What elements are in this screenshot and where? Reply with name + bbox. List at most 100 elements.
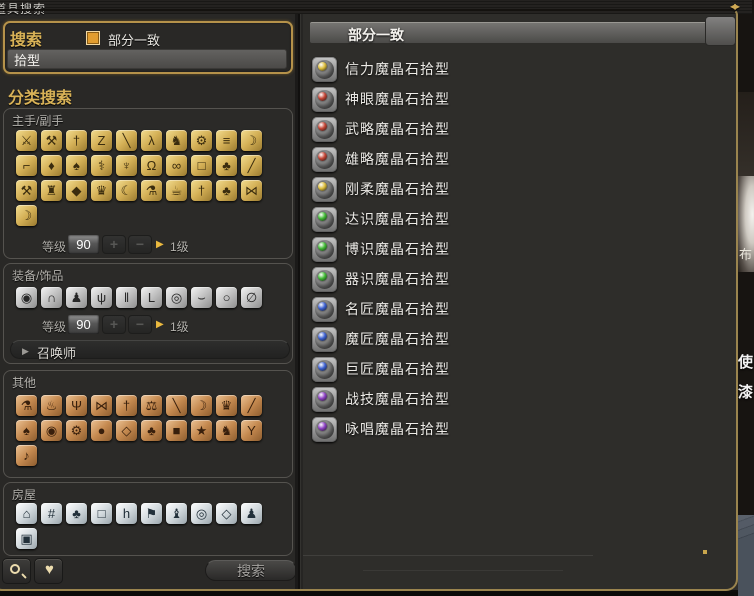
weapon-category-icon[interactable]: ♆	[116, 155, 137, 176]
housing-category-icon[interactable]: h	[116, 503, 137, 524]
weapon-category-icon[interactable]: ⚔	[16, 130, 37, 151]
level-minus-button[interactable]: −	[128, 315, 152, 334]
weapon-category-icon[interactable]: ♣	[216, 180, 237, 201]
equipment-category-icon[interactable]: ‖	[116, 287, 137, 308]
other-category-icon[interactable]: ♛	[216, 395, 237, 416]
weapon-category-icon[interactable]: ≡	[216, 130, 237, 151]
other-category-icon[interactable]: Ψ	[66, 395, 87, 416]
other-category-icon[interactable]: ♞	[216, 420, 237, 441]
level-value[interactable]: 90	[68, 315, 99, 334]
equipment-category-icon[interactable]: ⌣	[191, 287, 212, 308]
level-plus-button[interactable]: +	[102, 315, 126, 334]
housing-category-icon[interactable]: ♣	[66, 503, 87, 524]
weapon-category-icon[interactable]: ☽	[241, 130, 262, 151]
expand-arrow-icon[interactable]: ▶	[156, 319, 164, 330]
result-item[interactable]: 雄略魔晶石拾型	[312, 144, 732, 174]
housing-category-icon[interactable]: □	[91, 503, 112, 524]
search-input[interactable]	[7, 49, 287, 69]
weapon-category-icon[interactable]: †	[191, 180, 212, 201]
favorites-button[interactable]: ♥	[34, 558, 63, 584]
weapon-category-icon[interactable]: Ω	[141, 155, 162, 176]
search-submit-button[interactable]: 搜索	[205, 560, 297, 581]
weapon-category-icon[interactable]: ♞	[166, 130, 187, 151]
equipment-category-icon[interactable]: ◉	[16, 287, 37, 308]
housing-category-icon[interactable]: ▣	[16, 528, 37, 549]
weapon-category-icon[interactable]: ⚕	[91, 155, 112, 176]
weapon-category-icon[interactable]: λ	[141, 130, 162, 151]
weapon-category-icon[interactable]: ⚗	[141, 180, 162, 201]
other-category-icon[interactable]: ◉	[41, 420, 62, 441]
level-plus-button[interactable]: +	[102, 235, 126, 254]
other-category-icon[interactable]: ♣	[141, 420, 162, 441]
result-item[interactable]: 器识魔晶石拾型	[312, 264, 732, 294]
equipment-category-icon[interactable]: ♟	[66, 287, 87, 308]
result-item[interactable]: 战技魔晶石拾型	[312, 384, 732, 414]
other-category-icon[interactable]: ☽	[191, 395, 212, 416]
equipment-category-icon[interactable]: ∅	[241, 287, 262, 308]
weapon-category-icon[interactable]: ♛	[91, 180, 112, 201]
other-category-icon[interactable]: ╲	[166, 395, 187, 416]
result-item[interactable]: 魔匠魔晶石拾型	[312, 324, 732, 354]
weapon-category-icon[interactable]: Z	[91, 130, 112, 151]
weapon-category-icon[interactable]: ♜	[41, 180, 62, 201]
window-titlebar[interactable]: 道具搜索 ◂▸	[0, 0, 752, 16]
weapon-category-icon[interactable]: ◆	[66, 180, 87, 201]
weapon-category-icon[interactable]: †	[66, 130, 87, 151]
weapon-category-icon[interactable]: ⚙	[191, 130, 212, 151]
result-item[interactable]: 巨匠魔晶石拾型	[312, 354, 732, 384]
weapon-category-icon[interactable]: ♠	[66, 155, 87, 176]
other-category-icon[interactable]: Y	[241, 420, 262, 441]
result-item[interactable]: 名匠魔晶石拾型	[312, 294, 732, 324]
weapon-category-icon[interactable]: ╲	[116, 130, 137, 151]
weapon-category-icon[interactable]: ♣	[216, 155, 237, 176]
weapon-category-icon[interactable]: ⚒	[16, 180, 37, 201]
result-item[interactable]: 神眼魔晶石拾型	[312, 84, 732, 114]
other-category-icon[interactable]: ♨	[41, 395, 62, 416]
weapon-category-icon[interactable]: ⚒	[41, 130, 62, 151]
housing-category-icon[interactable]: ◎	[191, 503, 212, 524]
equipment-category-icon[interactable]: ∩	[41, 287, 62, 308]
weapon-category-icon[interactable]: ☽	[16, 205, 37, 226]
partial-match-checkbox[interactable]	[86, 31, 100, 45]
other-category-icon[interactable]: ♪	[16, 445, 37, 466]
weapon-category-icon[interactable]: ♦	[41, 155, 62, 176]
result-item[interactable]: 博识魔晶石拾型	[312, 234, 732, 264]
other-category-icon[interactable]: ■	[166, 420, 187, 441]
housing-category-icon[interactable]: ♟	[241, 503, 262, 524]
class-filter-dropdown[interactable]: ▶ 召唤师	[10, 340, 290, 361]
other-category-icon[interactable]: ⋈	[91, 395, 112, 416]
equipment-category-icon[interactable]: ψ	[91, 287, 112, 308]
other-category-icon[interactable]: †	[116, 395, 137, 416]
expand-arrow-icon[interactable]: ▶	[156, 239, 164, 250]
weapon-category-icon[interactable]: ☾	[116, 180, 137, 201]
other-category-icon[interactable]: ★	[191, 420, 212, 441]
result-item[interactable]: 武略魔晶石拾型	[312, 114, 732, 144]
weapon-category-icon[interactable]: □	[191, 155, 212, 176]
level-value[interactable]: 90	[68, 235, 99, 254]
result-item[interactable]: 刚柔魔晶石拾型	[312, 174, 732, 204]
window-ornament-icon[interactable]: ◂▸	[730, 0, 740, 13]
quick-search-button[interactable]	[2, 558, 31, 584]
weapon-category-icon[interactable]: ⋈	[241, 180, 262, 201]
other-category-icon[interactable]: ♠	[16, 420, 37, 441]
result-item[interactable]: 咏唱魔晶石拾型	[312, 414, 732, 444]
housing-category-icon[interactable]: ♝	[166, 503, 187, 524]
other-category-icon[interactable]: ⚖	[141, 395, 162, 416]
equipment-category-icon[interactable]: L	[141, 287, 162, 308]
weapon-category-icon[interactable]: ☕	[166, 180, 187, 201]
other-category-icon[interactable]: ╱	[241, 395, 262, 416]
weapon-category-icon[interactable]: ╱	[241, 155, 262, 176]
scroll-button[interactable]	[705, 16, 736, 46]
other-category-icon[interactable]: ⚗	[16, 395, 37, 416]
equipment-category-icon[interactable]: ○	[216, 287, 237, 308]
other-category-icon[interactable]: ◇	[116, 420, 137, 441]
other-category-icon[interactable]: ⚙	[66, 420, 87, 441]
other-category-icon[interactable]: ●	[91, 420, 112, 441]
result-item[interactable]: 达识魔晶石拾型	[312, 204, 732, 234]
housing-category-icon[interactable]: ◇	[216, 503, 237, 524]
result-item[interactable]: 信力魔晶石拾型	[312, 54, 732, 84]
equipment-category-icon[interactable]: ◎	[166, 287, 187, 308]
weapon-category-icon[interactable]: ∞	[166, 155, 187, 176]
housing-category-icon[interactable]: #	[41, 503, 62, 524]
level-minus-button[interactable]: −	[128, 235, 152, 254]
